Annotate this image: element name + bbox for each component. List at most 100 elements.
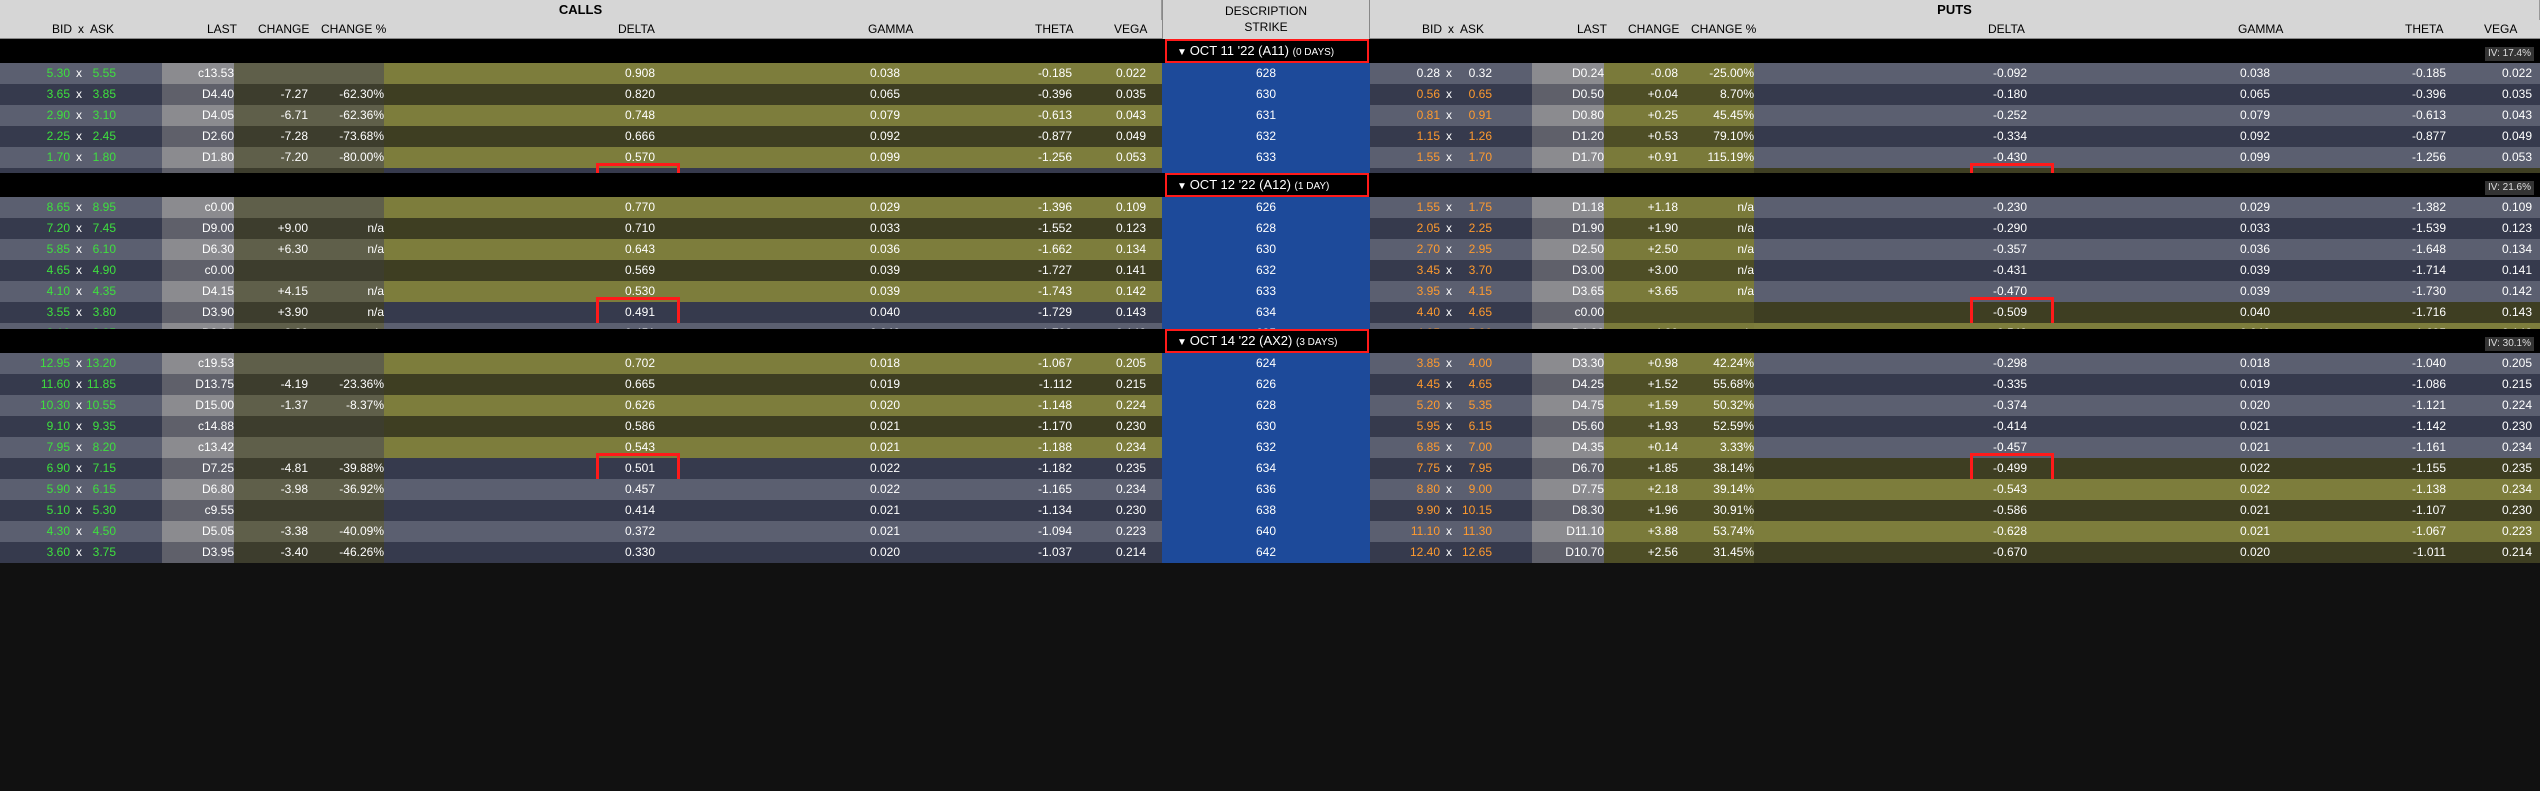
strike[interactable]: 632 bbox=[1162, 260, 1370, 280]
col-vega[interactable]: VEGA bbox=[2484, 20, 2517, 39]
put-ask[interactable]: 2.95 bbox=[1456, 239, 1492, 259]
call-bid[interactable]: 5.10 bbox=[0, 500, 70, 520]
call-ask[interactable]: 3.10 bbox=[86, 105, 116, 125]
call-bid[interactable]: 2.25 bbox=[0, 126, 70, 146]
put-ask[interactable]: 4.65 bbox=[1456, 302, 1492, 322]
put-bid[interactable]: 6.85 bbox=[1370, 437, 1440, 457]
call-ask[interactable]: 11.85 bbox=[86, 374, 116, 394]
col-bid[interactable]: BID bbox=[1422, 20, 1442, 39]
strike[interactable]: 633 bbox=[1162, 147, 1370, 167]
col-change[interactable]: CHANGE bbox=[258, 20, 309, 39]
strike[interactable]: 626 bbox=[1162, 197, 1370, 217]
call-ask[interactable]: 5.30 bbox=[86, 500, 116, 520]
strike[interactable]: 634 bbox=[1162, 458, 1370, 478]
put-ask[interactable]: 7.95 bbox=[1456, 458, 1492, 478]
call-ask[interactable]: 5.55 bbox=[86, 63, 116, 83]
strike[interactable]: 630 bbox=[1162, 84, 1370, 104]
strike[interactable]: 628 bbox=[1162, 218, 1370, 238]
call-bid[interactable]: 6.90 bbox=[0, 458, 70, 478]
put-bid[interactable]: 1.55 bbox=[1370, 197, 1440, 217]
call-ask[interactable]: 6.15 bbox=[86, 479, 116, 499]
put-bid[interactable]: 2.05 bbox=[1370, 218, 1440, 238]
put-bid[interactable]: 12.40 bbox=[1370, 542, 1440, 562]
put-ask[interactable]: 0.32 bbox=[1456, 63, 1492, 83]
call-ask[interactable]: 4.35 bbox=[86, 281, 116, 301]
strike[interactable]: 638 bbox=[1162, 500, 1370, 520]
call-bid[interactable]: 4.30 bbox=[0, 521, 70, 541]
col-ask[interactable]: ASK bbox=[90, 20, 114, 39]
call-ask[interactable]: 8.20 bbox=[86, 437, 116, 457]
call-bid[interactable]: 11.60 bbox=[0, 374, 70, 394]
call-ask[interactable]: 4.50 bbox=[86, 521, 116, 541]
call-bid[interactable]: 3.60 bbox=[0, 542, 70, 562]
col-theta[interactable]: THETA bbox=[1035, 20, 1073, 39]
put-bid[interactable]: 0.56 bbox=[1370, 84, 1440, 104]
put-bid[interactable]: 8.80 bbox=[1370, 479, 1440, 499]
call-bid[interactable]: 4.65 bbox=[0, 260, 70, 280]
call-bid[interactable]: 1.70 bbox=[0, 147, 70, 167]
put-ask[interactable]: 0.65 bbox=[1456, 84, 1492, 104]
col-gamma[interactable]: GAMMA bbox=[868, 20, 913, 39]
call-bid[interactable]: 5.30 bbox=[0, 63, 70, 83]
col-gamma[interactable]: GAMMA bbox=[2238, 20, 2283, 39]
put-ask[interactable]: 2.25 bbox=[1456, 218, 1492, 238]
call-bid[interactable]: 9.10 bbox=[0, 416, 70, 436]
strike[interactable]: 632 bbox=[1162, 437, 1370, 457]
col-change-pct[interactable]: CHANGE % bbox=[1691, 20, 1756, 39]
put-bid[interactable]: 1.55 bbox=[1370, 147, 1440, 167]
put-bid[interactable]: 5.95 bbox=[1370, 416, 1440, 436]
col-delta[interactable]: DELTA bbox=[1988, 20, 2025, 39]
col-bid[interactable]: BID bbox=[52, 20, 72, 39]
call-ask[interactable]: 6.10 bbox=[86, 239, 116, 259]
col-change-pct[interactable]: CHANGE % bbox=[321, 20, 386, 39]
strike[interactable]: 636 bbox=[1162, 479, 1370, 499]
put-ask[interactable]: 4.00 bbox=[1456, 353, 1492, 373]
put-ask[interactable]: 5.35 bbox=[1456, 395, 1492, 415]
call-bid[interactable]: 8.65 bbox=[0, 197, 70, 217]
call-ask[interactable]: 2.45 bbox=[86, 126, 116, 146]
strike[interactable]: 628 bbox=[1162, 395, 1370, 415]
put-bid[interactable]: 4.45 bbox=[1370, 374, 1440, 394]
call-ask[interactable]: 1.80 bbox=[86, 147, 116, 167]
col-last[interactable]: LAST bbox=[207, 20, 237, 39]
strike[interactable]: 632 bbox=[1162, 126, 1370, 146]
put-bid[interactable]: 0.81 bbox=[1370, 105, 1440, 125]
strike[interactable]: 631 bbox=[1162, 105, 1370, 125]
call-bid[interactable]: 7.20 bbox=[0, 218, 70, 238]
put-ask[interactable]: 4.65 bbox=[1456, 374, 1492, 394]
put-bid[interactable]: 3.95 bbox=[1370, 281, 1440, 301]
strike[interactable]: 630 bbox=[1162, 239, 1370, 259]
call-ask[interactable]: 3.80 bbox=[86, 302, 116, 322]
call-bid[interactable]: 3.65 bbox=[0, 84, 70, 104]
put-bid[interactable]: 11.10 bbox=[1370, 521, 1440, 541]
call-bid[interactable]: 5.90 bbox=[0, 479, 70, 499]
call-ask[interactable]: 3.75 bbox=[86, 542, 116, 562]
call-ask[interactable]: 3.85 bbox=[86, 84, 116, 104]
put-bid[interactable]: 5.20 bbox=[1370, 395, 1440, 415]
expiration-toggle[interactable]: ▼ OCT 12 '22 (A12) (1 DAY) bbox=[1165, 173, 1369, 197]
call-bid[interactable]: 7.95 bbox=[0, 437, 70, 457]
call-bid[interactable]: 3.55 bbox=[0, 302, 70, 322]
strike[interactable]: 628 bbox=[1162, 63, 1370, 83]
col-theta[interactable]: THETA bbox=[2405, 20, 2443, 39]
put-ask[interactable]: 9.00 bbox=[1456, 479, 1492, 499]
strike[interactable]: 640 bbox=[1162, 521, 1370, 541]
put-ask[interactable]: 4.15 bbox=[1456, 281, 1492, 301]
put-ask[interactable]: 10.15 bbox=[1456, 500, 1492, 520]
put-ask[interactable]: 7.00 bbox=[1456, 437, 1492, 457]
put-ask[interactable]: 6.15 bbox=[1456, 416, 1492, 436]
call-ask[interactable]: 4.90 bbox=[86, 260, 116, 280]
call-ask[interactable]: 8.95 bbox=[86, 197, 116, 217]
put-bid[interactable]: 1.15 bbox=[1370, 126, 1440, 146]
expiration-toggle[interactable]: ▼ OCT 11 '22 (A11) (0 DAYS) bbox=[1165, 39, 1369, 63]
put-bid[interactable]: 7.75 bbox=[1370, 458, 1440, 478]
strike[interactable]: 642 bbox=[1162, 542, 1370, 562]
put-ask[interactable]: 1.75 bbox=[1456, 197, 1492, 217]
put-bid[interactable]: 3.45 bbox=[1370, 260, 1440, 280]
col-vega[interactable]: VEGA bbox=[1114, 20, 1147, 39]
call-ask[interactable]: 7.15 bbox=[86, 458, 116, 478]
strike[interactable]: 634 bbox=[1162, 302, 1370, 322]
strike[interactable]: 624 bbox=[1162, 353, 1370, 373]
put-bid[interactable]: 4.40 bbox=[1370, 302, 1440, 322]
put-ask[interactable]: 1.70 bbox=[1456, 147, 1492, 167]
